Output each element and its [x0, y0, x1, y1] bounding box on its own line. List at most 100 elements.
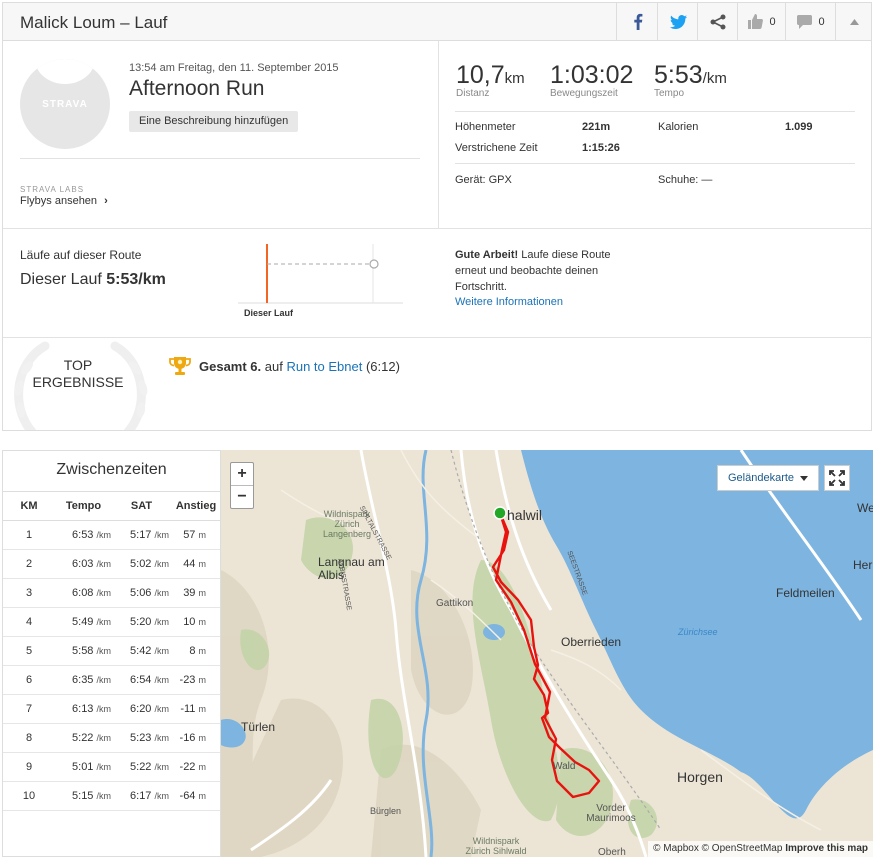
elevation-label: Höhenmeter	[455, 121, 516, 133]
split-pace-value: 6:13	[72, 703, 94, 715]
device-info: Gerät: GPX	[455, 174, 512, 186]
map-type-label: Geländekarte	[728, 472, 795, 484]
split-km: 6	[3, 665, 55, 695]
split-pace: 6:08 /km	[55, 578, 113, 608]
split-gap: 5:02 /km	[113, 549, 171, 579]
map-label-oberrieden: Oberrieden	[561, 635, 622, 649]
split-pace-value: 5:22	[72, 732, 94, 744]
attribution-mapbox[interactable]: © Mapbox	[653, 843, 699, 854]
map-label-burglen: Bürglen	[370, 806, 402, 816]
this-run-pace-value: 5:53/km	[106, 271, 166, 288]
split-elevation-value: -11	[180, 703, 196, 715]
result-connector: auf	[261, 359, 287, 374]
moving-time-label: Bewegungszeit	[550, 88, 618, 99]
activity-owner-title: Malick Loum – Lauf	[20, 13, 168, 32]
collapse-button[interactable]	[835, 3, 872, 40]
split-elevation: 39 m	[171, 578, 220, 608]
calories-label: Kalorien	[658, 121, 699, 133]
fullscreen-button[interactable]	[824, 465, 850, 491]
zoom-in-button[interactable]: +	[231, 463, 253, 485]
split-gap-unit: /km	[154, 675, 170, 685]
split-gap-value: 5:02	[130, 558, 152, 570]
share-button[interactable]	[697, 3, 738, 40]
split-gap-value: 6:17	[130, 790, 152, 802]
share-icon	[710, 14, 726, 29]
comments-count: 0	[818, 15, 825, 28]
split-gap: 5:06 /km	[113, 578, 171, 608]
split-elevation: -23 m	[171, 665, 220, 695]
caret-down-icon	[800, 475, 809, 481]
split-gap-unit: /km	[154, 617, 170, 627]
comments-button[interactable]: 0	[785, 3, 836, 40]
split-pace-unit: /km	[96, 646, 112, 656]
stat-pace: 5:53/km Tempo	[654, 61, 727, 99]
split-elevation: -64 m	[171, 781, 220, 811]
segment-time: (6:12)	[362, 359, 400, 374]
segment-link[interactable]: Run to Ebnet	[286, 359, 362, 374]
split-gap: 6:17 /km	[113, 781, 171, 811]
split-elevation: -11 m	[171, 694, 220, 724]
twitter-share-button[interactable]	[657, 3, 698, 40]
comment-icon	[797, 14, 813, 29]
top-result-entry: Gesamt 6. auf Run to Ebnet (6:12)	[199, 359, 400, 374]
split-pace-unit: /km	[96, 617, 112, 627]
strava-labs-label: STRAVA LABS	[20, 185, 85, 194]
split-elevation: -22 m	[171, 752, 220, 782]
shoes-info: Schuhe: —	[658, 174, 713, 186]
elapsed-time-value: 1:15:26	[582, 142, 620, 154]
chevron-right-icon: ›	[104, 195, 108, 207]
split-gap-unit: /km	[154, 791, 170, 801]
split-pace-unit: /km	[96, 559, 112, 569]
pace-value: 5:53	[654, 61, 703, 89]
split-pace-value: 5:01	[72, 761, 94, 773]
split-gap-unit: /km	[154, 559, 170, 569]
table-row: 10 5:15 /km 6:17 /km -64 m	[3, 781, 220, 811]
improve-map-link[interactable]: Improve this map	[785, 843, 868, 854]
map-label-horgen: Horgen	[677, 769, 723, 785]
add-description-button[interactable]: Eine Beschreibung hinzufügen	[129, 111, 299, 132]
split-gap: 5:23 /km	[113, 723, 171, 753]
map-label-we: We	[857, 501, 873, 515]
zoom-out-button[interactable]: −	[231, 485, 253, 508]
split-gap-unit: /km	[154, 530, 170, 540]
split-elevation-unit: m	[198, 559, 207, 569]
avatar[interactable]: STRAVA	[20, 59, 110, 149]
avatar-brand-text: STRAVA	[42, 99, 88, 110]
overall-rank: Gesamt 6.	[199, 359, 262, 374]
split-pace-value: 6:08	[72, 587, 94, 599]
split-pace-value: 5:58	[72, 645, 94, 657]
map-type-dropdown[interactable]: Geländekarte	[717, 465, 820, 491]
split-pace-value: 6:03	[72, 558, 94, 570]
split-elevation-value: -23	[179, 674, 196, 686]
split-elevation-unit: m	[198, 588, 207, 598]
split-pace: 6:03 /km	[55, 549, 113, 579]
map-label-thalwil: halwil	[507, 507, 543, 523]
route-map[interactable]: halwil Oberrieden Feldmeilen Horgen Züri…	[221, 450, 873, 857]
table-row: 8 5:22 /km 5:23 /km -16 m	[3, 723, 220, 753]
split-pace-value: 6:35	[72, 674, 94, 686]
chart-this-run-label: Dieser Lauf	[244, 308, 294, 318]
split-pace-value: 5:49	[72, 616, 94, 628]
table-row: 2 6:03 /km 5:02 /km 44 m	[3, 549, 220, 579]
elapsed-time-label: Verstrichene Zeit	[455, 142, 538, 154]
stats-divider	[455, 163, 855, 164]
flybys-link[interactable]: Flybys ansehen ›	[20, 195, 108, 207]
map-label-wildnispark-sihlwald: Wildnispark Zürich Sihlwald	[465, 836, 527, 856]
flybys-link-label: Flybys ansehen	[20, 195, 98, 207]
attribution-osm[interactable]: © OpenStreetMap	[702, 843, 783, 854]
column-header-pace: Tempo	[55, 491, 113, 521]
map-label-vorder-maurimoos: Vorder Maurimoos	[586, 803, 636, 824]
kudos-button[interactable]: 0	[737, 3, 786, 40]
activity-title[interactable]: Afternoon Run	[129, 77, 264, 101]
more-info-link[interactable]: Weitere Informationen	[455, 296, 563, 308]
pace-label: Tempo	[654, 88, 685, 99]
split-gap-unit: /km	[154, 588, 170, 598]
distance-value: 10,7	[456, 61, 505, 89]
split-pace: 6:53 /km	[55, 520, 113, 550]
facebook-share-button[interactable]	[616, 3, 658, 40]
split-pace-unit: /km	[96, 588, 112, 598]
split-km: 10	[3, 781, 55, 811]
split-elevation-unit: m	[198, 704, 207, 714]
split-elevation-unit: m	[198, 617, 207, 627]
distance-label: Distanz	[456, 88, 490, 99]
